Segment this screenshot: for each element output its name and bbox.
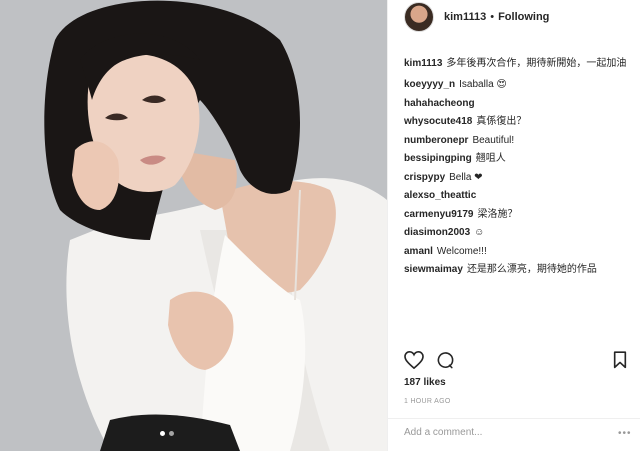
bookmark-icon[interactable] — [613, 351, 627, 374]
comment-username[interactable]: koeyyyy_n — [404, 79, 455, 90]
comment-item: alexso_theattic — [404, 187, 632, 206]
comment-text: 翹咀人 — [475, 153, 506, 164]
comment-username[interactable]: kim1113 — [404, 58, 442, 69]
more-options-icon[interactable]: ••• — [618, 428, 632, 439]
portrait-image — [0, 0, 387, 451]
post-timestamp: 1 HOUR AGO — [404, 398, 451, 405]
username-link[interactable]: kim1113 — [444, 11, 486, 23]
comment-icon[interactable] — [436, 351, 455, 375]
comment-item: koeyyyy_n Isaballa 😍 — [404, 76, 632, 95]
post-details-panel: kim1113 • Following kim1113 多年後再次合作，期待新開始… — [387, 0, 640, 451]
avatar[interactable] — [404, 2, 434, 32]
comments-list: kim1113 多年後再次合作，期待新開始，一起加油 koeyyyy_n Isaba… — [404, 57, 632, 280]
comment-username[interactable]: bessipingping — [404, 153, 472, 164]
likes-count[interactable]: 187 likes — [404, 377, 446, 388]
comment-item: siewmaimay 还是那么漂亮，期待她的作品 — [404, 261, 632, 280]
comment-username[interactable]: diasimon2003 — [404, 227, 470, 238]
instagram-post: kim1113 • Following kim1113 多年後再次合作，期待新開始… — [0, 0, 640, 451]
comment-item: numberonepr Beautiful! — [404, 132, 632, 151]
action-bar — [404, 350, 627, 374]
comment-username[interactable]: whysocute418 — [404, 116, 472, 127]
heart-icon[interactable] — [404, 350, 424, 374]
comment-text: Isaballa 😍 — [459, 79, 507, 90]
following-button[interactable]: Following — [498, 11, 549, 23]
comment-item: carmenyu9179 梁洛施？ — [404, 206, 632, 225]
comment-username[interactable]: numberonepr — [404, 135, 468, 146]
comment-username[interactable]: hahahacheong — [404, 98, 475, 109]
comment-text: Welcome!!! — [436, 245, 487, 257]
divider — [388, 418, 640, 419]
comment-text: 多年後再次合作，期待新開始，一起加油 — [446, 58, 627, 69]
comment-username[interactable]: amanl — [404, 246, 433, 257]
comment-text: 还是那么漂亮，期待她的作品 — [466, 264, 597, 275]
comment-username[interactable]: alexso_theattic — [404, 190, 476, 201]
comment-text: 梁洛施？ — [477, 208, 518, 220]
comment-item: bessipingping 翹咀人 — [404, 150, 632, 169]
carousel-indicator[interactable] — [160, 431, 174, 436]
comment-item: whysocute418 真係復出？ — [404, 113, 632, 132]
post-header: kim1113 • Following — [388, 0, 640, 34]
comment-username[interactable]: siewmaimay — [404, 264, 463, 275]
comment-item: diasimon2003 ☺ — [404, 224, 632, 243]
comment-text: Beautiful! — [472, 134, 515, 146]
caption: kim1113 多年後再次合作，期待新開始，一起加油 — [404, 57, 632, 71]
comment-username[interactable]: crispypy — [404, 172, 445, 183]
comment-text: 真係復出？ — [476, 116, 527, 127]
comment-text: Bella ❤ — [449, 171, 483, 183]
post-photo[interactable] — [0, 0, 387, 451]
comment-item: hahahacheong — [404, 95, 632, 114]
separator-dot: • — [490, 11, 495, 23]
comment-item: amanl Welcome!!! — [404, 243, 632, 262]
add-comment-input[interactable]: Add a comment... — [404, 427, 482, 438]
comment-item: crispypy Bella ❤ — [404, 169, 632, 188]
comment-username[interactable]: carmenyu9179 — [404, 209, 474, 220]
comment-text: ☺ — [474, 227, 485, 238]
